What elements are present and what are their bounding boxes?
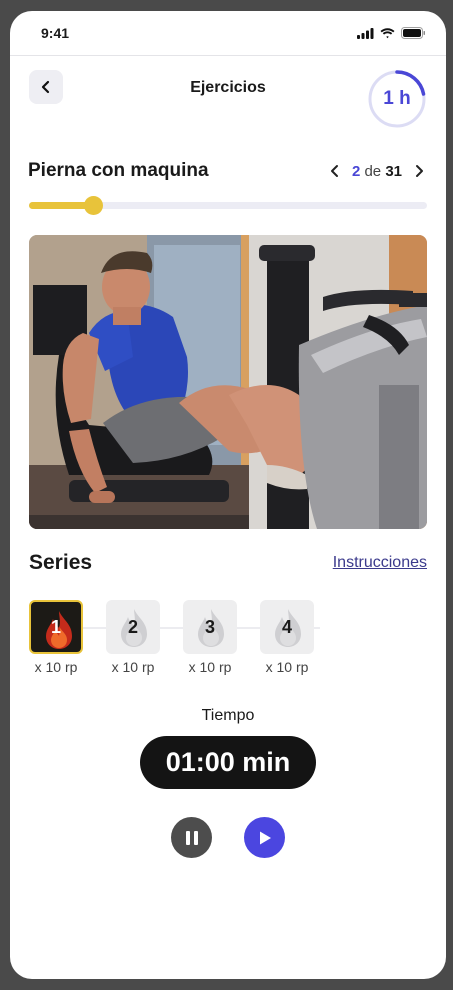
pager-of: de (364, 162, 382, 180)
instructions-link[interactable]: Instrucciones (333, 554, 427, 572)
set-item-4[interactable]: 4 x 10 rp (260, 600, 314, 675)
set-number-2: 2 (127, 616, 138, 637)
workout-duration-ring[interactable]: 1 h (367, 69, 427, 129)
set-reps-1: x 10 rp (34, 659, 78, 675)
chevron-left-icon (330, 165, 338, 177)
set-box-4: 4 (260, 600, 314, 654)
series-title: Series (29, 551, 93, 574)
set-box-3: 3 (183, 600, 237, 654)
previous-exercise-button[interactable] (326, 162, 344, 180)
set-box-2: 2 (106, 600, 160, 654)
exercise-progress-track (29, 196, 427, 215)
timer-label: Tiempo (201, 707, 255, 724)
set-number-3: 3 (204, 616, 215, 637)
pause-icon (185, 830, 198, 845)
play-icon (259, 831, 271, 844)
set-item-2[interactable]: 2 x 10 rp (106, 600, 160, 675)
status-bar: 9:41 (10, 11, 446, 56)
next-exercise-button[interactable] (410, 162, 428, 180)
set-number-4: 4 (281, 616, 292, 637)
set-item-3[interactable]: 3 x 10 rp (183, 600, 237, 675)
pager-total: 31 (385, 162, 402, 180)
duration-label: 1 h (383, 88, 411, 109)
status-icons (357, 27, 426, 39)
pager-current: 2 (351, 162, 361, 180)
leg-press-illustration (29, 235, 427, 529)
exercise-photo (29, 235, 427, 529)
play-button[interactable] (244, 817, 285, 858)
exercise-name: Pierna con maquina (28, 160, 209, 181)
timer-display: 01:00 min (140, 736, 316, 789)
set-reps-3: x 10 rp (188, 659, 232, 675)
signal-icon (357, 27, 374, 39)
pause-button[interactable] (171, 817, 212, 858)
exercise-progress-knob[interactable] (83, 196, 103, 215)
chevron-right-icon (416, 165, 423, 177)
set-item-1[interactable]: 1 x 10 rp (29, 600, 83, 675)
wifi-icon (380, 27, 395, 38)
status-time: 9:41 (41, 25, 70, 41)
exercise-pager: 2 de 31 (326, 162, 428, 180)
set-box-1: 1 (29, 600, 83, 654)
set-reps-4: x 10 rp (265, 659, 309, 675)
set-number-1: 1 (50, 616, 61, 637)
set-reps-2: x 10 rp (111, 659, 155, 675)
phone-screen: 9:41 Ejercicios 1 h Pierna con maquina 2… (10, 11, 446, 979)
battery-icon (401, 27, 425, 39)
